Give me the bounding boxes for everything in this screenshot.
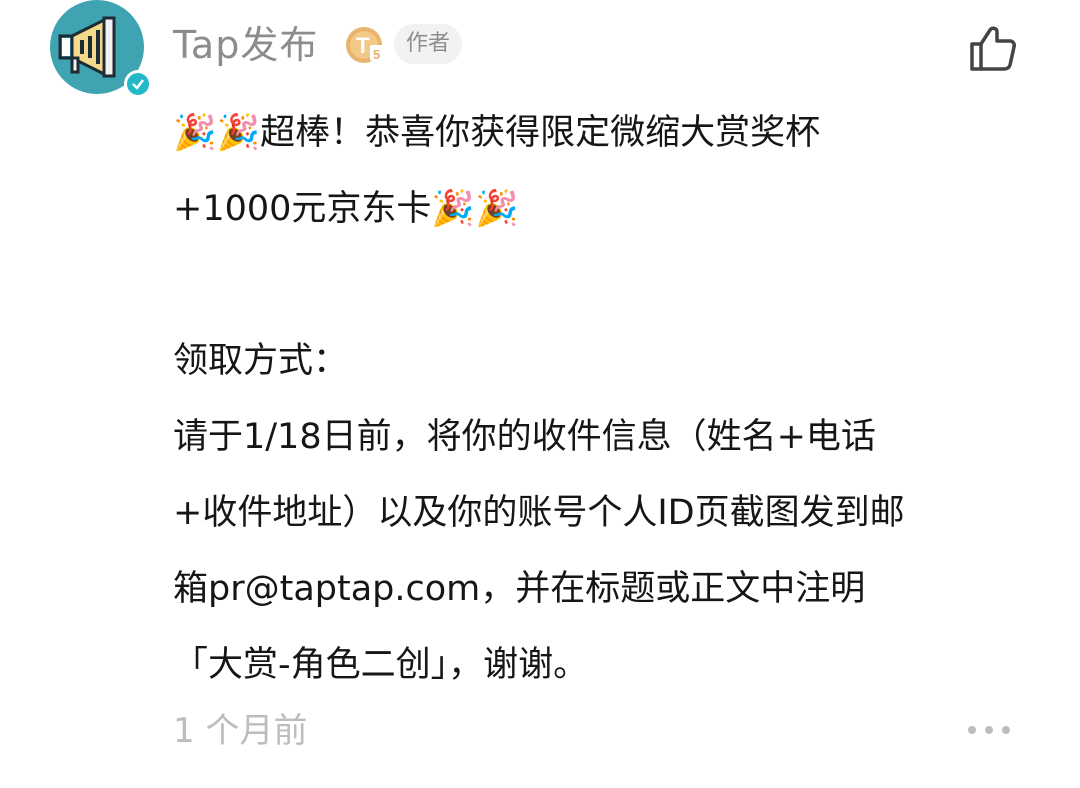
comment-body: 🎉🎉超棒！恭喜你获得限定微缩大赏奖杯 +1000元京东卡🎉🎉 领取方式： 请于1…: [173, 95, 1053, 703]
comment-line: 「大赏-角色二创」，谢谢。: [173, 645, 589, 685]
svg-text:5: 5: [373, 47, 380, 62]
comment-line: [173, 247, 1053, 323]
comment-line: +收件地址）以及你的账号个人ID页截图发到邮: [173, 493, 905, 533]
comment-line: 箱pr@taptap.com，并在标题或正文中注明: [173, 569, 866, 609]
verified-check-icon: [127, 73, 149, 95]
svg-text:T: T: [356, 33, 370, 58]
thumbs-up-icon[interactable]: [968, 24, 1018, 72]
more-dots-icon[interactable]: [968, 718, 1010, 742]
comment-timestamp: 1 个月前: [173, 711, 308, 751]
comment-line: +1000元京东卡🎉🎉: [173, 189, 519, 229]
verified-badge: [124, 70, 152, 98]
comment-line: 领取方式：: [173, 341, 349, 381]
author-name[interactable]: Tap发布: [173, 20, 318, 70]
comment-line: 请于1/18日前，将你的收件信息（姓名+电话: [173, 417, 876, 457]
level-badge-icon: T 5: [344, 25, 386, 65]
comment-line: 🎉🎉超棒！恭喜你获得限定微缩大赏奖杯: [173, 113, 821, 153]
author-tag: 作者: [394, 24, 463, 64]
